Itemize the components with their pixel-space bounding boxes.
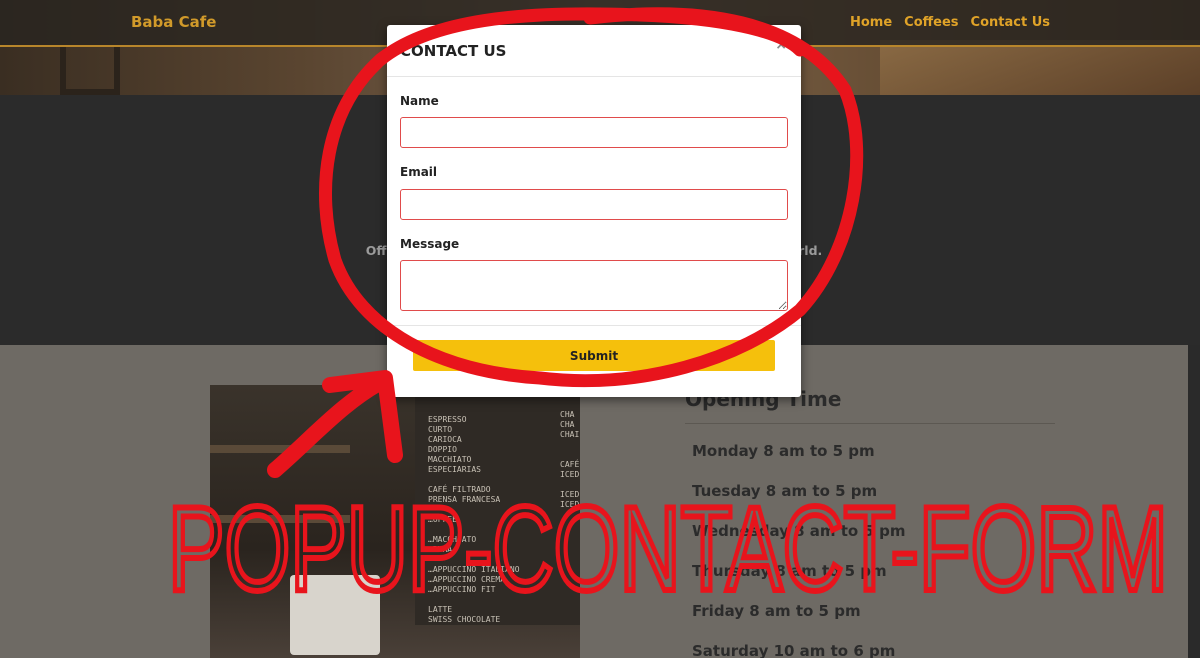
shelf [210,445,350,453]
email-label: Email [400,165,438,179]
menu-line [428,505,520,515]
menu-line: …MACCHIATO [428,535,477,544]
brand-logo[interactable]: Baba Cafe [131,13,216,31]
menu-line: …APPUCCINO ITALIANO [428,565,520,574]
menu-line [560,440,579,450]
nav-links: Home Coffees Contact Us [850,15,1050,30]
contact-modal: CONTACT US × Name Email Message Submit [387,25,801,397]
menu-line [560,450,579,460]
menu-line: …OFFEE [428,515,457,524]
name-input[interactable] [400,117,788,148]
message-label: Message [400,237,460,251]
modal-title: CONTACT US [400,42,507,60]
list-item: Thursday 8 am to 5 pm [692,562,887,580]
menu-line [560,480,579,490]
hero-chair-image [60,45,120,95]
list-item: Saturday 10 am to 6 pm [692,642,896,658]
modal-header: CONTACT US × [387,25,801,77]
menu-line: CAFÉ FILTRADO [428,485,491,494]
menu-list-right: CHA CHA CHAI CAFÉ ICED ICED ICED [560,410,579,510]
menu-line: CHAI [560,430,580,439]
nav-link-coffees[interactable]: Coffees [904,15,958,30]
menu-line: ESPECIARIAS [428,465,481,474]
opening-hours: Opening Time Monday 8 am to 5 pm Tuesday… [685,387,1055,658]
list-item: Monday 8 am to 5 pm [692,442,875,460]
shelf [210,515,350,523]
list-item: Wednesday 8 am to 5 pm [692,522,906,540]
menu-line [428,525,520,535]
modal-divider [387,325,801,326]
menu-line: ICED [560,490,580,499]
menu-line: SWISS CHOCOLATE [428,615,501,624]
cups-stack [290,575,380,655]
menu-line: …APPUCCINO CREMA [428,575,506,584]
menu-line: ICED [560,470,580,479]
submit-button[interactable]: Submit [413,340,775,371]
nav-link-home[interactable]: Home [850,15,892,30]
menu-line: CURTO [428,425,453,434]
menu-line: CHA [560,420,575,429]
menu-line: MACCHIATO [428,455,472,464]
cafe-photo: ESPRESSO CURTO CARIOCA DOPPIO MACCHIATO ESPEC… [210,385,580,658]
nav-link-contact[interactable]: Contact Us [971,15,1050,30]
menu-line: CAFÉ [560,460,580,469]
menu-line [428,555,520,565]
menu-line: CARIOCA [428,435,462,444]
menu-line: CHA [560,410,575,419]
email-input[interactable] [400,189,788,220]
menu-list-left: ESPRESSO CURTO CARIOCA DOPPIO MACCHIATO ESPEC… [428,415,520,625]
message-textarea[interactable] [400,260,788,311]
menu-line: DOPPIO [428,445,457,454]
menu-line: …APPUCCINO FIT [428,585,496,594]
hero-table-image [880,40,1200,95]
list-item: Friday 8 am to 5 pm [692,602,861,620]
menu-line [428,475,520,485]
menu-line: LATTE [428,605,453,614]
list-item: Tuesday 8 am to 5 pm [692,482,878,500]
close-icon[interactable]: × [775,37,787,53]
menu-line: ICED [560,500,580,509]
menu-line: …RUHA [428,545,453,554]
menu-line [428,595,520,605]
menu-line: PRENSA FRANCESA [428,495,501,504]
menu-line: ESPRESSO [428,415,467,424]
name-label: Name [400,94,439,108]
opening-hours-list: Monday 8 am to 5 pm Tuesday 8 am to 5 pm… [685,442,1055,658]
